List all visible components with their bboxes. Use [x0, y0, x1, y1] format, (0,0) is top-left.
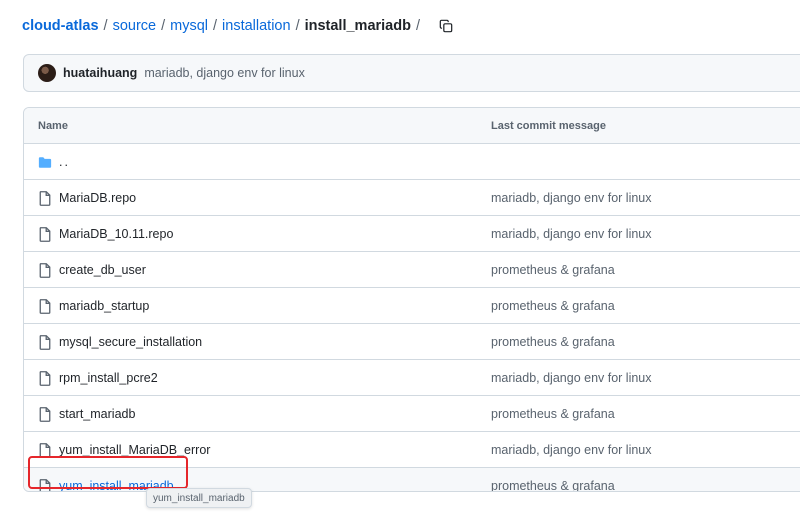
commit-message-link[interactable]: prometheus & grafana [491, 263, 615, 277]
table-row-mariadb-startup[interactable]: mariadb_startup prometheus & grafana [24, 288, 800, 324]
latest-commit-bar: huataihuang mariadb, django env for linu… [23, 54, 800, 92]
commit-message-link[interactable]: prometheus & grafana [491, 479, 615, 492]
file-icon [38, 478, 52, 491]
table-row-mysql-secure-installation[interactable]: mysql_secure_installation prometheus & g… [24, 324, 800, 360]
file-name-link[interactable]: MariaDB_10.11.repo [59, 227, 173, 241]
file-name-link[interactable]: start_mariadb [59, 407, 135, 421]
link-tooltip: yum_install_mariadb [146, 488, 252, 508]
file-icon [38, 298, 52, 314]
header-name: Name [38, 119, 68, 132]
breadcrumb-link-installation[interactable]: installation [222, 18, 291, 34]
avatar[interactable] [38, 64, 56, 82]
file-name-link[interactable]: rpm_install_pcre2 [59, 371, 158, 385]
file-icon [38, 370, 52, 386]
commit-author-link[interactable]: huataihuang [63, 66, 137, 80]
file-name-link[interactable]: mariadb_startup [59, 299, 149, 313]
commit-message-link[interactable]: prometheus & grafana [491, 407, 615, 421]
table-row-yum-install-mariadb[interactable]: yum_install_mariadb prometheus & grafana [24, 468, 800, 492]
table-row-rpm-install-pcre2[interactable]: rpm_install_pcre2 mariadb, django env fo… [24, 360, 800, 396]
breadcrumb-current: install_mariadb [304, 18, 411, 34]
breadcrumb-separator: / [213, 18, 218, 34]
file-icon [38, 262, 52, 278]
file-name-link[interactable]: create_db_user [59, 263, 146, 277]
commit-message-link[interactable]: prometheus & grafana [491, 335, 615, 349]
file-name-link[interactable]: MariaDB.repo [59, 191, 136, 205]
file-icon [38, 226, 52, 242]
file-icon [38, 442, 52, 458]
table-row-parent-directory[interactable]: .. [24, 144, 800, 180]
commit-message-link[interactable]: mariadb, django env for linux [144, 66, 305, 80]
breadcrumb-separator: / [103, 18, 108, 34]
file-name-link[interactable]: yum_install_MariaDB_error [59, 443, 210, 457]
file-icon [38, 334, 52, 350]
file-name-link[interactable]: mysql_secure_installation [59, 335, 202, 349]
table-row-mariadb-10-11-repo[interactable]: MariaDB_10.11.repo mariadb, django env f… [24, 216, 800, 252]
file-table: Name Last commit message .. MariaDB.repo… [23, 107, 800, 492]
breadcrumb-separator: / [415, 18, 420, 34]
table-row-yum-install-mariadb-error[interactable]: yum_install_MariaDB_error mariadb, djang… [24, 432, 800, 468]
commit-message-link[interactable]: mariadb, django env for linux [491, 227, 652, 241]
header-last-commit-message: Last commit message [491, 119, 606, 132]
parent-directory-link[interactable]: .. [59, 155, 70, 169]
file-icon [38, 190, 52, 206]
breadcrumb: cloud-atlas / source / mysql / installat… [22, 15, 457, 37]
table-row-mariadb-repo[interactable]: MariaDB.repo mariadb, django env for lin… [24, 180, 800, 216]
copy-icon [439, 19, 453, 33]
table-row-create-db-user[interactable]: create_db_user prometheus & grafana [24, 252, 800, 288]
breadcrumb-link-source[interactable]: source [113, 18, 157, 34]
file-icon [38, 406, 52, 422]
breadcrumb-root-link[interactable]: cloud-atlas [22, 18, 99, 34]
table-header: Name Last commit message [24, 108, 800, 144]
commit-message-link[interactable]: mariadb, django env for linux [491, 443, 652, 457]
repo-file-browser: cloud-atlas / source / mysql / installat… [0, 0, 800, 530]
copy-path-button[interactable] [435, 15, 457, 37]
table-row-start-mariadb[interactable]: start_mariadb prometheus & grafana [24, 396, 800, 432]
breadcrumb-separator: / [295, 18, 300, 34]
commit-message-link[interactable]: mariadb, django env for linux [491, 191, 652, 205]
breadcrumb-separator: / [161, 18, 166, 34]
folder-icon [38, 154, 52, 170]
commit-message-link[interactable]: prometheus & grafana [491, 299, 615, 313]
breadcrumb-link-mysql[interactable]: mysql [170, 18, 208, 34]
commit-message-link[interactable]: mariadb, django env for linux [491, 371, 652, 385]
